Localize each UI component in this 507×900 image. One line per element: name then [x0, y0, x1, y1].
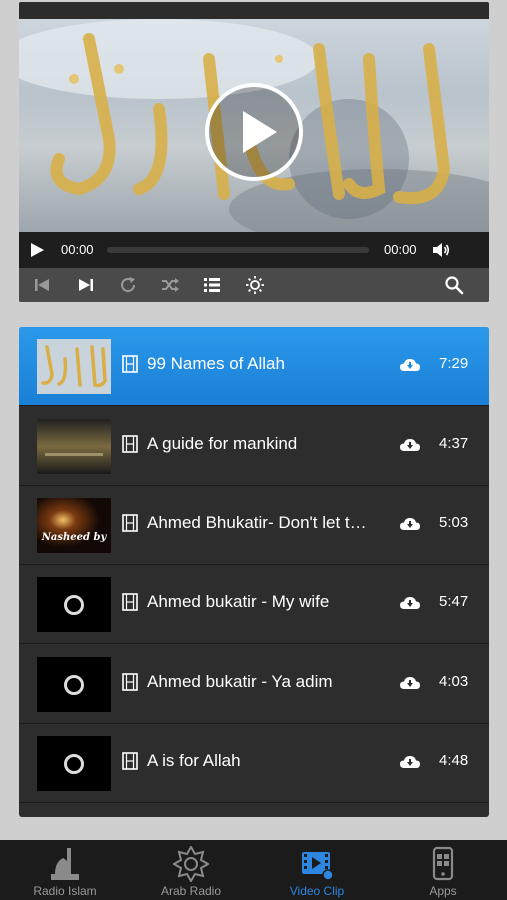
video-thumbnail: Nasheed by [37, 498, 111, 553]
calligraphy-thumbnail [37, 339, 111, 394]
video-thumbnail [37, 339, 111, 394]
cloud-download-icon[interactable] [399, 674, 421, 692]
brightness-icon[interactable] [245, 275, 265, 295]
video-title: Ahmed bukatir - Ya adim [147, 672, 333, 691]
video-duration: 7:29 [439, 355, 469, 372]
video-duration: 4:03 [439, 673, 469, 690]
nasheed-thumbnail: Nasheed by [37, 498, 111, 553]
volume-icon[interactable] [431, 240, 451, 260]
loading-spinner-icon [64, 754, 84, 774]
tab-bar: Radio Islam Arab Radio Video Clip Apps [0, 840, 507, 900]
mosque-icon [51, 848, 79, 880]
cloud-download-icon[interactable] [399, 356, 421, 374]
video-thumbnail [37, 657, 111, 712]
list-item[interactable]: Ahmed bukatir - My wife 5:47 [19, 565, 489, 644]
search-icon[interactable] [444, 275, 464, 295]
list-item[interactable]: 99 Names of Allah 7:29 [19, 327, 489, 406]
star-ornament-icon [173, 846, 209, 882]
repeat-icon[interactable] [118, 275, 138, 295]
film-icon [122, 355, 138, 373]
film-icon [122, 435, 138, 453]
playlist-icon[interactable] [202, 275, 222, 295]
skip-forward-icon[interactable] [76, 275, 96, 295]
tab-radio-islam[interactable]: Radio Islam [2, 840, 128, 900]
video-duration: 5:03 [439, 514, 469, 531]
video-list: 99 Names of Allah 7:29 A guide for manki… [19, 327, 489, 817]
video-title: Ahmed bukatir - My wife [147, 592, 330, 611]
player-toolbar [19, 268, 489, 302]
film-icon [122, 593, 138, 611]
video-clip-icon [302, 852, 334, 881]
current-time: 00:00 [61, 242, 94, 257]
list-item[interactable]: A guide for mankind 4:37 [19, 407, 489, 486]
total-duration: 00:00 [384, 242, 417, 257]
video-thumbnail [37, 736, 111, 791]
cloud-download-icon[interactable] [399, 594, 421, 612]
loading-spinner-icon [64, 595, 84, 615]
film-icon [122, 673, 138, 691]
tab-label: Video Clip [289, 884, 345, 898]
cloud-download-icon[interactable] [399, 753, 421, 771]
list-item[interactable]: Nasheed by Ahmed Bhukatir- Don't let the… [19, 486, 489, 565]
tab-label: Apps [429, 884, 457, 898]
cloud-download-icon[interactable] [399, 436, 421, 454]
play-button[interactable] [205, 83, 303, 181]
film-icon [122, 514, 138, 532]
cloud-download-icon[interactable] [399, 515, 421, 533]
shuffle-icon[interactable] [160, 275, 180, 295]
tab-label: Arab Radio [160, 884, 222, 898]
video-title: A guide for mankind [147, 434, 298, 453]
list-item[interactable]: A is for Allah 4:48 [19, 724, 489, 803]
video-title: A is for Allah [147, 751, 241, 770]
thumbnail-caption: Nasheed by [41, 532, 108, 543]
guide-thumbnail [37, 419, 111, 474]
video-player: 00:00 00:00 [19, 2, 489, 302]
list-item[interactable]: Ahmed bukatir - Ya adim 4:03 [19, 645, 489, 724]
apps-phone-icon [432, 846, 454, 881]
tab-arab-radio[interactable]: Arab Radio [128, 840, 254, 900]
video-duration: 4:48 [439, 752, 469, 769]
film-icon [122, 752, 138, 770]
video-thumbnail [37, 419, 111, 474]
video-duration: 5:47 [439, 593, 469, 610]
playback-controls: 00:00 00:00 [19, 232, 489, 268]
video-title: Ahmed Bhukatir- Don't let the world dece… [147, 513, 369, 532]
skip-back-icon[interactable] [32, 275, 52, 295]
video-duration: 4:37 [439, 435, 469, 452]
tab-label: Radio Islam [33, 884, 97, 898]
video-title: 99 Names of Allah [147, 354, 285, 373]
loading-spinner-icon [64, 675, 84, 695]
tab-video-clip[interactable]: Video Clip [254, 840, 380, 900]
play-icon[interactable] [27, 240, 47, 260]
play-icon [243, 111, 277, 153]
video-thumbnail [37, 577, 111, 632]
progress-slider[interactable] [107, 247, 369, 253]
video-frame[interactable] [19, 19, 489, 232]
tab-apps[interactable]: Apps [380, 840, 506, 900]
